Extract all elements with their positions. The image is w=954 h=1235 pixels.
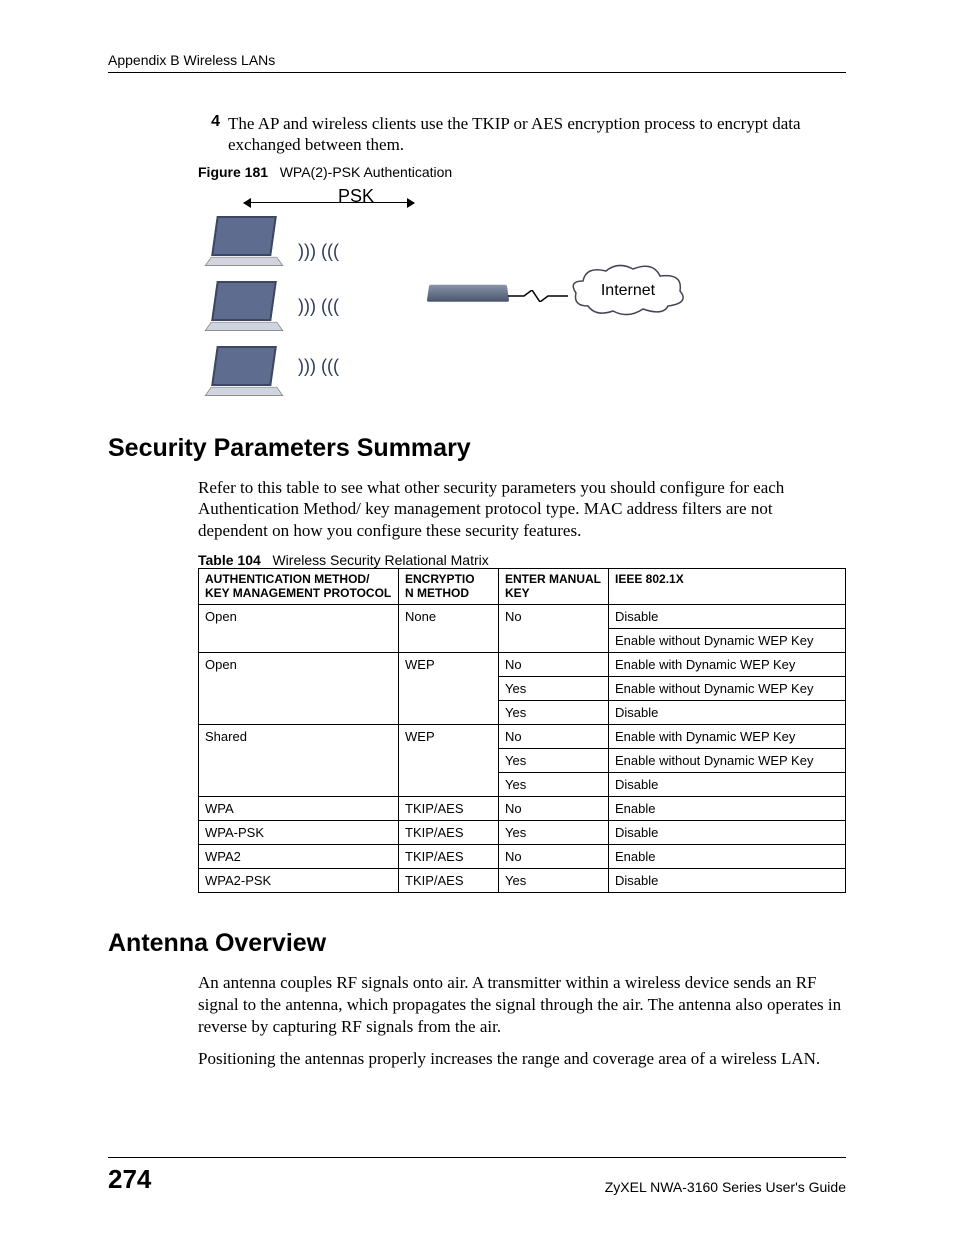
cell-ieee: Enable <box>609 845 846 869</box>
page-number: 274 <box>108 1164 151 1195</box>
cell-key: Yes <box>499 749 609 773</box>
running-header: Appendix B Wireless LANs <box>108 52 846 73</box>
cell-ieee: Disable <box>609 773 846 797</box>
cell-enc: TKIP/AES <box>399 869 499 893</box>
cell-key: Yes <box>499 869 609 893</box>
wireless-wave-icon: ))) ((( <box>298 296 339 317</box>
table-header-row: AUTHENTICATION METHOD/ KEY MANAGEMENT PR… <box>199 568 846 605</box>
psk-arrow <box>244 202 414 213</box>
table-row: WPATKIP/AESNoEnable <box>199 797 846 821</box>
col-enc: ENCRYPTIO N METHOD <box>399 568 499 605</box>
table-row: OpenNoneNoDisable <box>199 605 846 629</box>
figure-caption: Figure 181 WPA(2)-PSK Authentication <box>198 164 846 180</box>
cell-ieee: Enable with Dynamic WEP Key <box>609 725 846 749</box>
cell-ieee: Enable without Dynamic WEP Key <box>609 749 846 773</box>
cell-ieee: Enable without Dynamic WEP Key <box>609 677 846 701</box>
cell-ieee: Enable <box>609 797 846 821</box>
section-heading-security: Security Parameters Summary <box>108 434 846 463</box>
section-heading-antenna: Antenna Overview <box>108 929 846 958</box>
router-icon <box>427 284 510 301</box>
paragraph: Refer to this table to see what other se… <box>198 477 846 542</box>
ordered-list-item: 4 The AP and wireless clients use the TK… <box>198 113 846 156</box>
table-label: Table 104 <box>198 552 261 568</box>
laptop-icon <box>208 216 288 271</box>
cell-ieee: Enable without Dynamic WEP Key <box>609 629 846 653</box>
paragraph: An antenna couples RF signals onto air. … <box>198 972 846 1037</box>
cell-ieee: Disable <box>609 821 846 845</box>
cell-key: Yes <box>499 701 609 725</box>
cell-key: No <box>499 653 609 677</box>
cell-key: Yes <box>499 773 609 797</box>
cell-auth: WPA2-PSK <box>199 869 399 893</box>
paragraph: Positioning the antennas properly increa… <box>198 1048 846 1070</box>
list-number: 4 <box>198 113 220 156</box>
guide-title: ZyXEL NWA-3160 Series User's Guide <box>605 1179 846 1195</box>
cell-auth: Open <box>199 653 399 725</box>
cell-key: No <box>499 605 609 653</box>
table-row: SharedWEPNoEnable with Dynamic WEP Key <box>199 725 846 749</box>
cell-key: Yes <box>499 821 609 845</box>
security-matrix-table: AUTHENTICATION METHOD/ KEY MANAGEMENT PR… <box>198 568 846 894</box>
cell-key: No <box>499 797 609 821</box>
cell-enc: TKIP/AES <box>399 821 499 845</box>
cell-ieee: Disable <box>609 701 846 725</box>
figure-diagram: PSK ))) ((( ))) ((( ))) ((( Internet <box>198 186 628 406</box>
internet-cloud-icon: Internet <box>568 261 688 321</box>
cell-key: Yes <box>499 677 609 701</box>
table-row: WPA2-PSKTKIP/AESYesDisable <box>199 869 846 893</box>
cell-key: No <box>499 725 609 749</box>
table-row: WPA2TKIP/AESNoEnable <box>199 845 846 869</box>
cell-enc: WEP <box>399 725 499 797</box>
table-row: OpenWEPNoEnable with Dynamic WEP Key <box>199 653 846 677</box>
laptop-icon <box>208 281 288 336</box>
table-title: Wireless Security Relational Matrix <box>272 552 488 568</box>
cell-auth: WPA <box>199 797 399 821</box>
col-ieee: IEEE 802.1X <box>609 568 846 605</box>
cell-auth: WPA-PSK <box>199 821 399 845</box>
cell-enc: TKIP/AES <box>399 845 499 869</box>
page-footer: 274 ZyXEL NWA-3160 Series User's Guide <box>108 1157 846 1195</box>
laptop-icon <box>208 346 288 401</box>
zigzag-connector-icon <box>508 290 568 302</box>
wireless-wave-icon: ))) ((( <box>298 241 339 262</box>
cell-enc: TKIP/AES <box>399 797 499 821</box>
wireless-wave-icon: ))) ((( <box>298 356 339 377</box>
cell-auth: Shared <box>199 725 399 797</box>
cell-auth: WPA2 <box>199 845 399 869</box>
list-text: The AP and wireless clients use the TKIP… <box>228 113 846 156</box>
figure-label: Figure 181 <box>198 164 268 180</box>
col-auth: AUTHENTICATION METHOD/ KEY MANAGEMENT PR… <box>199 568 399 605</box>
cell-auth: Open <box>199 605 399 653</box>
cell-ieee: Enable with Dynamic WEP Key <box>609 653 846 677</box>
table-row: WPA-PSKTKIP/AESYesDisable <box>199 821 846 845</box>
cell-enc: WEP <box>399 653 499 725</box>
cell-ieee: Disable <box>609 869 846 893</box>
col-key: ENTER MANUAL KEY <box>499 568 609 605</box>
internet-label: Internet <box>601 282 655 299</box>
table-caption: Table 104 Wireless Security Relational M… <box>198 552 846 568</box>
cell-ieee: Disable <box>609 605 846 629</box>
cell-enc: None <box>399 605 499 653</box>
cell-key: No <box>499 845 609 869</box>
figure-title: WPA(2)-PSK Authentication <box>280 164 452 180</box>
